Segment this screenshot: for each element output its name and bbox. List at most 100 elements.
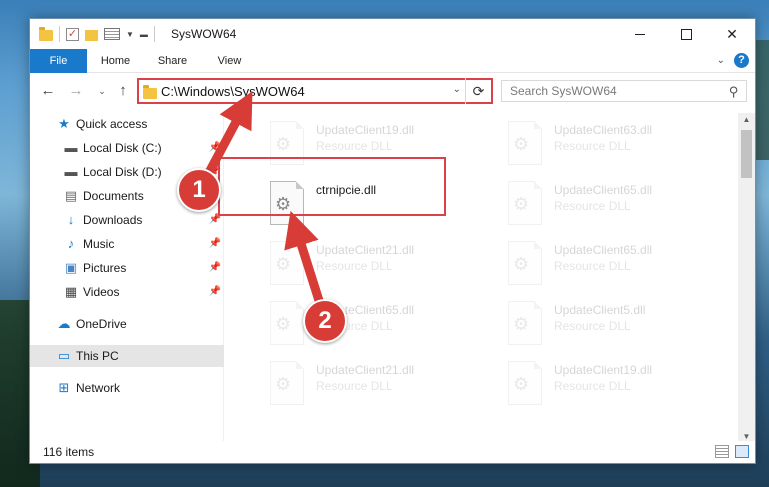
view-icon[interactable] (104, 28, 120, 40)
sidebar-item-music[interactable]: ♪ Music 📌 (30, 233, 224, 255)
address-path[interactable]: C:\Windows\SysWOW64 (161, 84, 305, 99)
pin-icon[interactable]: 📌 (209, 137, 221, 159)
file-name: UpdateClient19.dll (554, 363, 653, 377)
search-icon[interactable]: ⚲ (729, 84, 739, 100)
address-bar[interactable]: C:\Windows\SysWOW64 ⌄ ⟳ (137, 78, 493, 104)
sidebar-item-label: Quick access (76, 117, 148, 131)
maximize-button[interactable] (663, 19, 709, 49)
folder-icon (39, 26, 53, 41)
file-name: UpdateClient65.dll (554, 243, 653, 257)
sidebar-item-label: Documents (83, 189, 144, 203)
status-bar: 116 items (30, 441, 755, 463)
dll-file-icon: ⚙ (508, 361, 542, 405)
tab-share[interactable]: Share (147, 49, 198, 73)
file-type: Resource DLL (316, 379, 393, 393)
gear-icon: ⚙ (513, 134, 530, 154)
search-placeholder: Search SysWOW64 (510, 84, 617, 98)
vertical-scrollbar[interactable]: ▲ ▼ (738, 113, 755, 443)
dll-file-icon: ⚙ (508, 121, 542, 165)
sidebar-item-local-disk-c[interactable]: ▬ Local Disk (C:) 📌 (30, 137, 224, 159)
customize-toolbar-icon[interactable]: ▬ (140, 30, 148, 39)
file-item[interactable]: ⚙ UpdateClient19.dll Resource DLL (486, 357, 711, 411)
gear-icon: ⚙ (513, 254, 530, 274)
sidebar-item-downloads[interactable]: ↓ Downloads 📌 (30, 209, 224, 231)
sidebar-item-quick-access[interactable]: ★ Quick access (30, 113, 224, 135)
large-icons-view-icon[interactable] (735, 445, 749, 458)
documents-icon: ▤ (64, 188, 78, 203)
file-type: Resource DLL (554, 319, 631, 333)
file-type: Resource DLL (554, 199, 631, 213)
file-name: UpdateClient65.dll (554, 183, 653, 197)
sidebar-item-this-pc[interactable]: ▭ This PC (30, 345, 224, 367)
refresh-icon[interactable]: ⟳ (465, 78, 491, 104)
tab-file[interactable]: File (30, 49, 87, 73)
sidebar-item-label: Local Disk (C:) (83, 141, 162, 155)
file-item[interactable]: ⚙ UpdateClient65.dll Resource DLL (248, 297, 473, 351)
chevron-down-icon[interactable]: ⌄ (453, 84, 461, 95)
pin-icon[interactable]: 📌 (209, 233, 221, 255)
divider (59, 26, 60, 42)
forward-arrow-icon[interactable]: → (67, 81, 85, 101)
tab-view[interactable]: View (204, 49, 255, 73)
file-type: Resource DLL (554, 139, 631, 153)
scroll-down-icon[interactable]: ▼ (738, 432, 755, 441)
sidebar-item-label: This PC (76, 349, 119, 363)
scrollbar-thumb[interactable] (741, 130, 752, 178)
file-item[interactable]: ⚙ UpdateClient65.dll Resource DLL (486, 237, 711, 291)
sidebar-item-label: Network (76, 381, 121, 395)
scroll-up-icon[interactable]: ▲ (738, 115, 755, 124)
gear-icon: ⚙ (513, 374, 530, 394)
file-item[interactable]: ⚙ UpdateClient5.dll Resource DLL (486, 297, 711, 351)
folder-icon (143, 85, 157, 99)
download-icon: ↓ (67, 212, 75, 227)
window-title: SysWOW64 (171, 27, 237, 41)
sidebar-item-videos[interactable]: ▦ Videos 📌 (30, 281, 224, 303)
sidebar-item-label: Downloads (83, 213, 143, 227)
minimize-button[interactable] (617, 19, 663, 49)
sidebar-item-pictures[interactable]: ▣ Pictures 📌 (30, 257, 224, 279)
sidebar-item-label: Pictures (83, 261, 127, 275)
recent-locations-chevron-icon[interactable]: ⌄ (93, 81, 111, 101)
file-type: Resource DLL (554, 379, 631, 393)
up-arrow-icon[interactable]: ↑ (114, 81, 132, 101)
window-controls: ✕ (617, 19, 755, 49)
file-item[interactable]: ⚙ UpdateClient65.dll Resource DLL (486, 177, 711, 231)
drive-icon: ▬ (64, 140, 78, 155)
file-item[interactable]: ⚙ UpdateClient21.dll Resource DLL (248, 357, 473, 411)
sidebar-item-label: Music (83, 237, 115, 251)
music-icon: ♪ (67, 236, 75, 251)
pin-icon[interactable]: 📌 (209, 281, 221, 303)
help-icon[interactable]: ? (734, 53, 749, 68)
step-badge-2: 2 (303, 299, 347, 343)
dll-file-icon: ⚙ (508, 241, 542, 285)
pin-icon[interactable]: 📌 (209, 257, 221, 279)
sidebar-item-network[interactable]: ⊞ Network (30, 377, 224, 399)
gear-icon: ⚙ (275, 374, 292, 394)
gear-icon: ⚙ (275, 134, 292, 154)
divider (153, 26, 155, 42)
properties-check-icon[interactable]: ✓ (66, 27, 79, 41)
file-name: UpdateClient5.dll (554, 303, 646, 317)
star-icon: ★ (58, 116, 70, 131)
gear-icon: ⚙ (513, 314, 530, 334)
file-item[interactable]: ⚙ UpdateClient21.dll Resource DLL (248, 237, 473, 291)
chevron-down-icon[interactable]: ⌄ (717, 55, 725, 66)
explorer-window: ✓ ▼ ▬ SysWOW64 ✕ File Home Share View ⌄ … (29, 18, 756, 464)
dll-file-icon: ⚙ (508, 301, 542, 345)
close-button[interactable]: ✕ (709, 19, 755, 49)
computer-icon: ▭ (57, 348, 71, 363)
tab-home[interactable]: Home (90, 49, 141, 73)
file-highlight-box (218, 157, 446, 216)
new-folder-icon[interactable] (85, 29, 98, 41)
file-item[interactable]: ⚙ UpdateClient63.dll Resource DLL (486, 117, 711, 171)
chevron-down-icon[interactable]: ▼ (126, 30, 134, 39)
step-badge-1: 1 (177, 168, 221, 212)
dll-file-icon: ⚙ (270, 301, 304, 345)
details-view-icon[interactable] (715, 445, 729, 458)
dll-file-icon: ⚙ (270, 361, 304, 405)
file-name: UpdateClient21.dll (316, 363, 415, 377)
search-input[interactable]: Search SysWOW64 ⚲ (501, 80, 747, 102)
ribbon-tabs: File Home Share View ⌄ ? (30, 49, 755, 73)
back-arrow-icon[interactable]: ← (39, 81, 57, 101)
sidebar-item-onedrive[interactable]: ☁ OneDrive (30, 313, 224, 335)
